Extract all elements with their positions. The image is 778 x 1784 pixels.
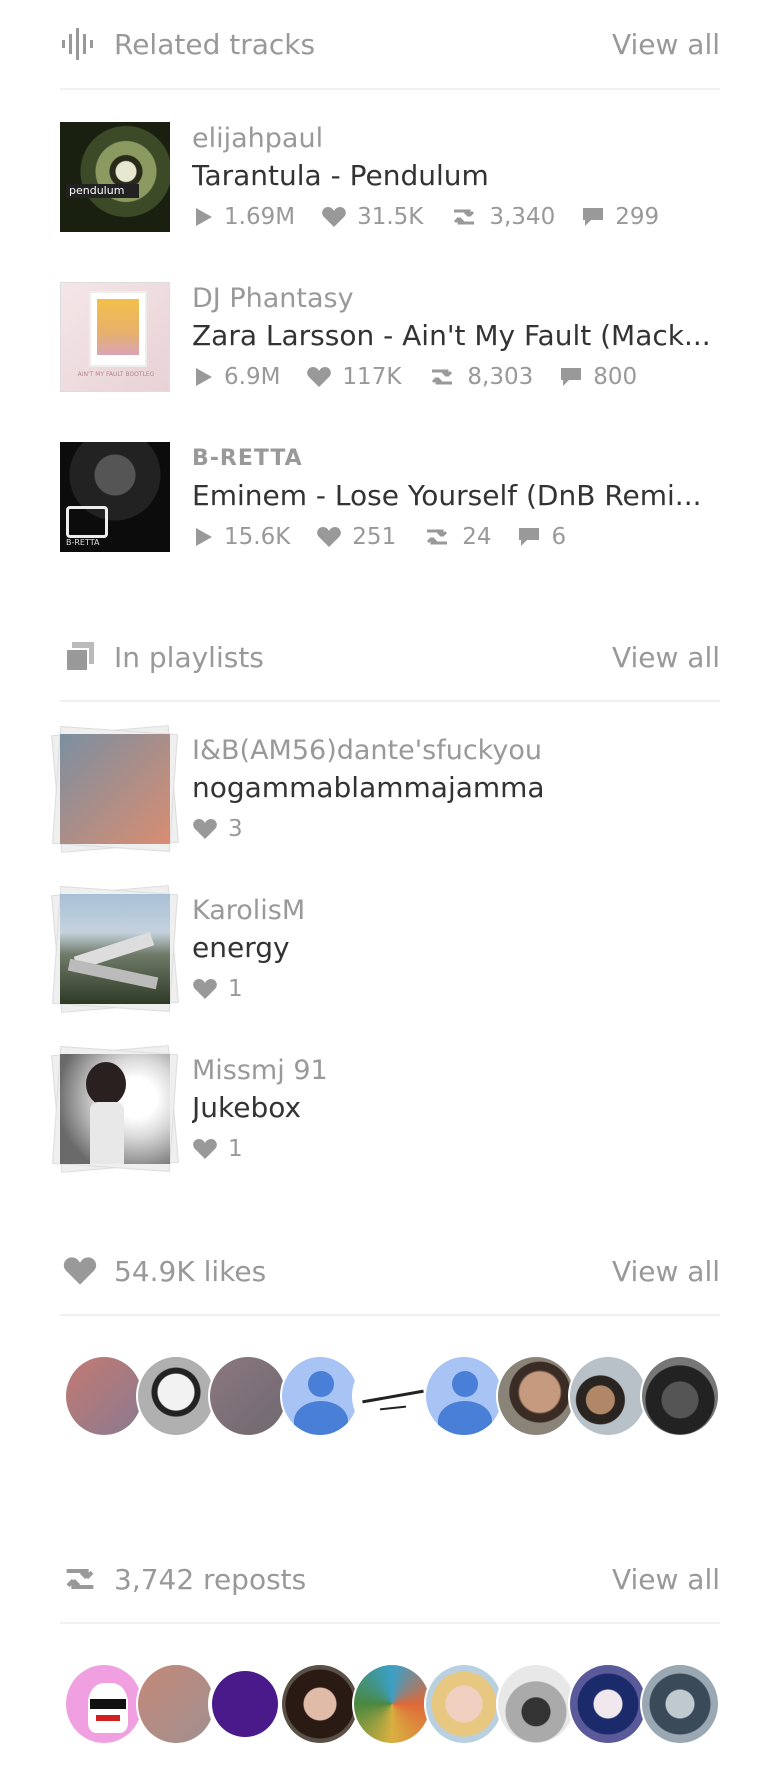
- likes-title: 54.9K likes: [114, 1254, 267, 1288]
- track-artwork[interactable]: B-RETTA: [60, 442, 170, 552]
- repost-count: 8,303: [467, 364, 534, 390]
- liker-avatar[interactable]: [496, 1355, 576, 1437]
- waveform-icon: [60, 24, 100, 64]
- playlist-item[interactable]: I&B(AM56)dante'sfuckyou nogammablammajam…: [51, 702, 720, 862]
- heart-icon: [322, 207, 346, 227]
- artwork-label: pendulum: [66, 184, 139, 198]
- related-tracks-title: Related tracks: [114, 27, 316, 61]
- track-stats: 15.6K 251 24 6: [192, 524, 720, 550]
- reposter-avatar[interactable]: [136, 1663, 216, 1745]
- related-track-item[interactable]: B-RETTA B-RETTA Eminem - Lose Yourself (…: [60, 410, 720, 570]
- sidebar-panel: Related tracks View all pendulum elijahp…: [51, 0, 720, 1784]
- reposts-header: 3,742 reposts View all: [60, 1536, 720, 1624]
- related-track-item[interactable]: AIN'T MY FAULT BOOTLEG DJ Phantasy Zara …: [60, 250, 720, 410]
- reposter-avatar[interactable]: [568, 1663, 648, 1745]
- liker-avatar[interactable]: [136, 1355, 216, 1437]
- repost-icon: [60, 1559, 100, 1599]
- repost-count: 24: [462, 524, 492, 550]
- playlist-item[interactable]: Missmj 91 Jukebox 1: [51, 1022, 720, 1182]
- repost-count: 3,340: [489, 204, 556, 230]
- playlist-artwork[interactable]: [51, 725, 179, 853]
- reposter-avatar[interactable]: [280, 1663, 360, 1745]
- playlists-view-all-link[interactable]: View all: [612, 641, 720, 674]
- playlist-title[interactable]: Jukebox: [192, 1088, 720, 1128]
- likes-view-all-link[interactable]: View all: [612, 1255, 720, 1288]
- liker-avatar[interactable]: [640, 1355, 720, 1437]
- liker-avatar[interactable]: [208, 1355, 288, 1437]
- related-view-all-link[interactable]: View all: [612, 28, 720, 61]
- track-user[interactable]: B-RETTA: [192, 442, 720, 476]
- playlist-user[interactable]: KarolisM: [192, 894, 720, 928]
- likes-header: 54.9K likes View all: [60, 1228, 720, 1316]
- playlist-artwork[interactable]: [51, 885, 179, 1013]
- like-count: 31.5K: [357, 204, 424, 230]
- liker-avatar[interactable]: [280, 1355, 360, 1437]
- liker-avatar[interactable]: [568, 1355, 648, 1437]
- like-count: 3: [228, 816, 243, 842]
- play-count: 1.69M: [224, 204, 296, 230]
- reposts-view-all-link[interactable]: View all: [612, 1563, 720, 1596]
- related-track-item[interactable]: pendulum elijahpaul Tarantula - Pendulum…: [60, 90, 720, 250]
- playlist-user[interactable]: I&B(AM56)dante'sfuckyou: [192, 734, 720, 768]
- track-user[interactable]: DJ Phantasy: [192, 282, 720, 316]
- repost-icon: [427, 529, 448, 545]
- comment-count: 800: [593, 364, 638, 390]
- playlist-item[interactable]: KarolisM energy 1: [51, 862, 720, 1022]
- reposter-avatar[interactable]: [424, 1663, 504, 1745]
- comment-icon: [583, 208, 604, 226]
- playlist-icon: [60, 637, 100, 677]
- heart-icon: [193, 819, 217, 839]
- heart-icon: [317, 527, 342, 547]
- track-title[interactable]: Tarantula - Pendulum: [192, 156, 720, 196]
- reposter-avatar[interactable]: [64, 1663, 144, 1745]
- playlist-user[interactable]: Missmj 91: [192, 1054, 720, 1088]
- playlist-title[interactable]: nogammablammajamma: [192, 768, 720, 808]
- play-count: 6.9M: [224, 364, 281, 390]
- repost-icon: [454, 209, 475, 225]
- reposters-avatars: [60, 1624, 720, 1784]
- liker-avatar[interactable]: [424, 1355, 504, 1437]
- play-count: 15.6K: [224, 524, 291, 550]
- like-count: 117K: [342, 364, 402, 390]
- play-icon: [196, 368, 212, 386]
- liker-avatar[interactable]: [64, 1355, 144, 1437]
- reposter-avatar[interactable]: [496, 1663, 576, 1745]
- play-icon: [196, 208, 212, 226]
- likers-avatars: [60, 1316, 720, 1476]
- playlists-header: In playlists View all: [60, 614, 720, 702]
- comment-icon: [519, 528, 540, 546]
- comment-count: 299: [615, 204, 660, 230]
- track-stats: 1.69M 31.5K 3,340 299: [192, 204, 720, 230]
- liker-avatar[interactable]: [352, 1355, 432, 1437]
- track-user[interactable]: elijahpaul: [192, 122, 720, 156]
- track-title[interactable]: Zara Larsson - Ain't My Fault (Mack...: [192, 316, 720, 356]
- artwork-label: B-RETTA: [66, 538, 100, 547]
- like-count: 1: [228, 976, 243, 1002]
- heart-icon: [193, 979, 217, 999]
- comment-count: 6: [551, 524, 567, 550]
- playlist-title[interactable]: energy: [192, 928, 720, 968]
- reposter-avatar[interactable]: [352, 1663, 432, 1745]
- track-stats: 6.9M 117K 8,303 800: [192, 364, 720, 390]
- like-count: 1: [228, 1136, 243, 1162]
- reposts-title: 3,742 reposts: [114, 1562, 307, 1596]
- play-icon: [196, 528, 212, 546]
- heart-icon: [60, 1251, 100, 1291]
- heart-icon: [307, 367, 332, 387]
- comment-icon: [561, 368, 582, 386]
- track-artwork[interactable]: AIN'T MY FAULT BOOTLEG: [60, 282, 170, 392]
- track-artwork[interactable]: pendulum: [60, 122, 170, 232]
- reposter-avatar[interactable]: [208, 1663, 288, 1745]
- related-tracks-header: Related tracks View all: [60, 0, 720, 90]
- playlists-title: In playlists: [114, 640, 264, 674]
- like-count: 251: [352, 524, 397, 550]
- playlist-artwork[interactable]: [51, 1045, 179, 1173]
- track-title[interactable]: Eminem - Lose Yourself (DnB Remi...: [192, 476, 720, 516]
- artwork-label: AIN'T MY FAULT BOOTLEG: [77, 371, 155, 378]
- heart-icon: [193, 1139, 217, 1159]
- reposter-avatar[interactable]: [640, 1663, 720, 1745]
- repost-icon: [432, 369, 453, 385]
